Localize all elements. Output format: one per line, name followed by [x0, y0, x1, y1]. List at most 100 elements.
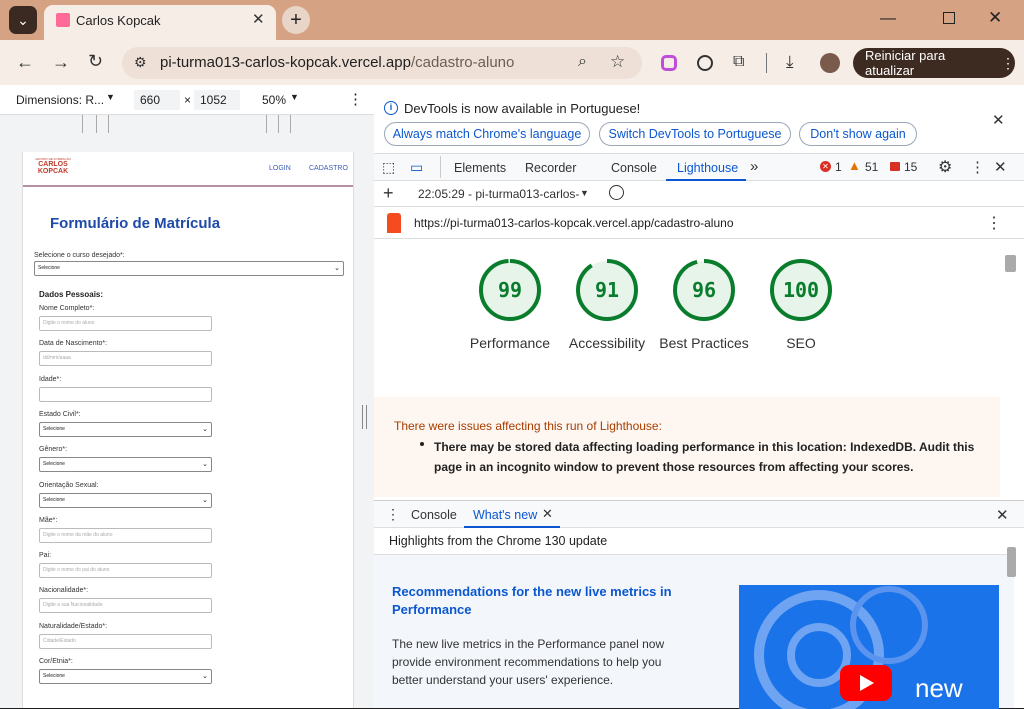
field-select[interactable]: Selecione ⌄ [39, 492, 212, 508]
match-language-button[interactable]: Always match Chrome's language [384, 122, 590, 146]
gauge-value: 99 [498, 278, 522, 302]
chevron-down-icon: ⌄ [17, 11, 29, 28]
gauge-label[interactable]: Best Practices [654, 335, 754, 351]
nav-login-link[interactable]: LOGIN [269, 165, 291, 172]
profile-avatar[interactable] [820, 53, 840, 73]
banner-text: DevTools is now available in Portuguese! [404, 101, 641, 116]
field-input[interactable]: Digite a sua Nacionalidade [39, 598, 212, 614]
dimensions-dropdown[interactable]: Dimensions: R... [16, 93, 104, 107]
close-window-icon[interactable]: ✕ [988, 8, 1002, 28]
switch-portuguese-button[interactable]: Switch DevTools to Portuguese [599, 122, 791, 146]
inspect-element-icon[interactable]: ⬚ [382, 159, 395, 176]
field-input[interactable]: Digite o nome do pai do aluno [39, 563, 212, 579]
gauge-label[interactable]: SEO [751, 335, 851, 351]
tab-search-button[interactable]: ⌄ [9, 6, 37, 34]
thumb-text: new [915, 673, 963, 703]
report-select[interactable]: 22:05:29 - pi-turma013-carlos- [418, 187, 579, 201]
address-bar[interactable]: ⚙ pi-turma013-carlos-kopcak.vercel.app/c… [122, 47, 642, 79]
close-tab-icon[interactable]: ✕ [252, 10, 265, 28]
drawer-tab-whats-new[interactable]: What's new ✕ [464, 501, 560, 528]
chevron-down-icon: ⌄ [202, 425, 208, 433]
field-label: Data de Nascimento*: [39, 340, 108, 348]
error-count[interactable]: 1 [835, 160, 842, 174]
devtools-panel: i DevTools is now available in Portugues… [374, 85, 1024, 709]
new-tab-button[interactable]: + [282, 6, 310, 34]
maximize-icon[interactable] [943, 12, 955, 24]
field-input[interactable]: dd/mm/aaaa [39, 351, 212, 367]
nav-cadastro-link[interactable]: CADASTRO [309, 165, 348, 172]
score-gauge[interactable]: 99 [475, 255, 545, 325]
resize-handle[interactable] [362, 405, 367, 429]
field-input[interactable]: Digite o nome do aluno [39, 316, 212, 331]
gauge-value: 100 [783, 278, 819, 302]
clear-reports-icon[interactable] [609, 185, 624, 200]
issues-count[interactable]: 15 [904, 160, 917, 174]
dont-show-button[interactable]: Don't show again [799, 122, 917, 146]
more-vertical-icon[interactable]: ⋮ [986, 213, 1002, 233]
field-input[interactable] [39, 386, 212, 402]
settings-gear-icon[interactable]: ⚙ [938, 157, 952, 177]
field-input[interactable]: Digite o nome da mãe do aluno [39, 527, 212, 543]
score-gauge[interactable]: 96 [669, 255, 739, 325]
new-report-icon[interactable]: + [383, 183, 394, 204]
zoom-search-icon[interactable]: ⌕ [578, 53, 587, 71]
close-banner-icon[interactable]: ✕ [992, 111, 1005, 129]
more-vertical-icon[interactable]: ⋮ [348, 90, 363, 108]
section-title: Dados Pessoais: [39, 290, 104, 299]
drawer-menu-icon[interactable]: ⋮ [386, 506, 400, 523]
drawer-scrollbar-thumb[interactable] [1007, 547, 1016, 577]
article-body: The new live metrics in the Performance … [392, 637, 665, 687]
extension-target-icon[interactable] [697, 55, 713, 71]
more-vertical-icon[interactable]: ⋮ [970, 158, 985, 176]
reload-icon[interactable]: ↻ [88, 51, 103, 72]
height-input[interactable]: 1052 [194, 90, 240, 110]
update-button[interactable]: Reiniciar para atualizar ⋮ [853, 48, 1015, 78]
report-url[interactable]: https://pi-turma013-carlos-kopcak.vercel… [414, 216, 734, 230]
site-logo[interactable]: CENTRO DE FORMAÇÃO CARLOS KOPCAK [35, 158, 71, 180]
article-thumbnail[interactable]: new [739, 585, 999, 709]
youtube-play-icon [840, 665, 892, 701]
device-toggle-icon[interactable]: ▭ [410, 159, 423, 176]
course-select[interactable]: Selecione ⌄ [34, 261, 344, 276]
site-info-icon[interactable]: ⚙ [134, 54, 147, 71]
back-arrow-icon[interactable]: ← [16, 52, 34, 73]
tab-recorder[interactable]: Recorder [525, 161, 576, 175]
caret-down-icon: ▼ [580, 188, 589, 198]
close-devtools-icon[interactable]: ✕ [994, 158, 1007, 176]
warning-count[interactable]: 51 [865, 160, 878, 174]
field-select[interactable]: Selecione ⌄ [39, 669, 212, 684]
score-gauge[interactable]: 91 [572, 255, 642, 325]
tab-console[interactable]: Console [611, 161, 657, 175]
tab-lighthouse[interactable]: Lighthouse [666, 154, 746, 181]
tab-elements[interactable]: Elements [454, 161, 506, 175]
forward-arrow-icon[interactable]: → [52, 52, 70, 73]
field-select[interactable]: Selecione ⌄ [39, 421, 212, 437]
score-gauge[interactable]: 100 [766, 255, 836, 325]
extension-color-icon[interactable] [661, 55, 677, 71]
more-tabs-icon[interactable]: » [750, 158, 758, 175]
bookmark-star-icon[interactable]: ☆ [610, 52, 625, 72]
field-label: Orientação Sexual: [39, 481, 99, 489]
times-sign: × [184, 93, 192, 107]
field-select[interactable]: Selecione ⌄ [39, 457, 212, 473]
browser-tab[interactable]: Carlos Kopcak ✕ [44, 5, 276, 40]
close-drawer-icon[interactable]: ✕ [996, 506, 1009, 524]
zoom-dropdown[interactable]: 50% [262, 93, 286, 107]
report-scrollbar-thumb[interactable] [1005, 255, 1016, 272]
url-text: pi-turma013-carlos-kopcak.vercel.app/cad… [160, 54, 515, 71]
gauge-label[interactable]: Accessibility [557, 335, 657, 351]
field-label: Idade*: [39, 375, 62, 383]
download-icon[interactable]: ⤓ [786, 52, 794, 72]
media-query-ruler[interactable] [0, 115, 374, 133]
article-title[interactable]: Recommendations for the new live metrics… [392, 583, 712, 619]
minimize-icon[interactable]: — [880, 10, 896, 28]
site-favicon-icon [56, 13, 70, 27]
course-label: Selecione o curso desejado*: [34, 252, 125, 259]
drawer-tab-console[interactable]: Console [411, 508, 457, 522]
drawer-tabbar: ⋮ Console What's new ✕ ✕ [374, 500, 1024, 528]
extensions-puzzle-icon[interactable]: ⧉ [733, 53, 744, 71]
more-vertical-icon: ⋮ [1001, 54, 1015, 71]
width-input[interactable]: 660 [134, 90, 180, 110]
gauge-label[interactable]: Performance [460, 335, 560, 351]
field-input[interactable]: Cidade/Estado [39, 633, 212, 649]
